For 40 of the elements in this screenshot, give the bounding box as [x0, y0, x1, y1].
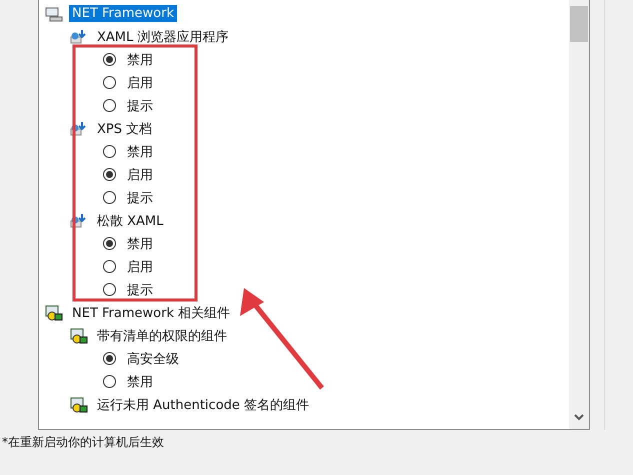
download-setting-icon	[70, 212, 88, 228]
radio-button[interactable]	[103, 260, 116, 273]
download-setting-icon	[70, 120, 88, 136]
radio-label: 禁用	[126, 374, 154, 392]
certificate-icon	[70, 328, 88, 344]
radio-label: 启用	[126, 166, 154, 184]
computer-icon	[45, 6, 63, 22]
radio-label: 启用	[126, 74, 154, 92]
radio-button[interactable]	[103, 283, 116, 296]
tree-item[interactable]: XPS 文档	[94, 118, 156, 138]
radio-button[interactable]	[103, 191, 116, 204]
radio-label: 提示	[126, 98, 154, 116]
radio-button[interactable]	[103, 237, 116, 250]
radio-button[interactable]	[103, 375, 116, 388]
radio-label: 禁用	[126, 144, 154, 162]
tree-item[interactable]: NET Framework	[69, 5, 177, 22]
radio-button[interactable]	[103, 99, 116, 112]
tree-item[interactable]: 运行未用 Authenticode 签名的组件	[94, 394, 312, 414]
certificate-icon	[45, 304, 63, 320]
tree-item[interactable]: NET Framework 相关组件	[69, 302, 234, 322]
tree-item[interactable]: XAML 浏览器应用程序	[94, 26, 232, 46]
radio-label: 启用	[126, 258, 154, 276]
download-setting-icon	[70, 28, 88, 44]
tree-item[interactable]: 带有清单的权限的组件	[94, 326, 230, 346]
radio-button[interactable]	[103, 76, 116, 89]
radio-button[interactable]	[103, 168, 116, 181]
radio-label: 禁用	[126, 236, 154, 254]
radio-label: 高安全级	[126, 350, 180, 368]
scroll-down-icon[interactable]	[574, 414, 584, 421]
radio-button[interactable]	[103, 352, 116, 365]
footnote-text: *在重新启动你的计算机后生效	[2, 434, 165, 451]
radio-button[interactable]	[103, 53, 116, 66]
radio-label: 禁用	[126, 52, 154, 70]
scrollbar-thumb[interactable]	[570, 6, 588, 42]
radio-label: 提示	[126, 282, 154, 300]
scrollbar[interactable]	[569, 0, 589, 429]
certificate-icon	[70, 396, 88, 412]
radio-label: 提示	[126, 190, 154, 208]
radio-button[interactable]	[103, 145, 116, 158]
tree-item[interactable]: 松散 XAML	[94, 210, 166, 230]
